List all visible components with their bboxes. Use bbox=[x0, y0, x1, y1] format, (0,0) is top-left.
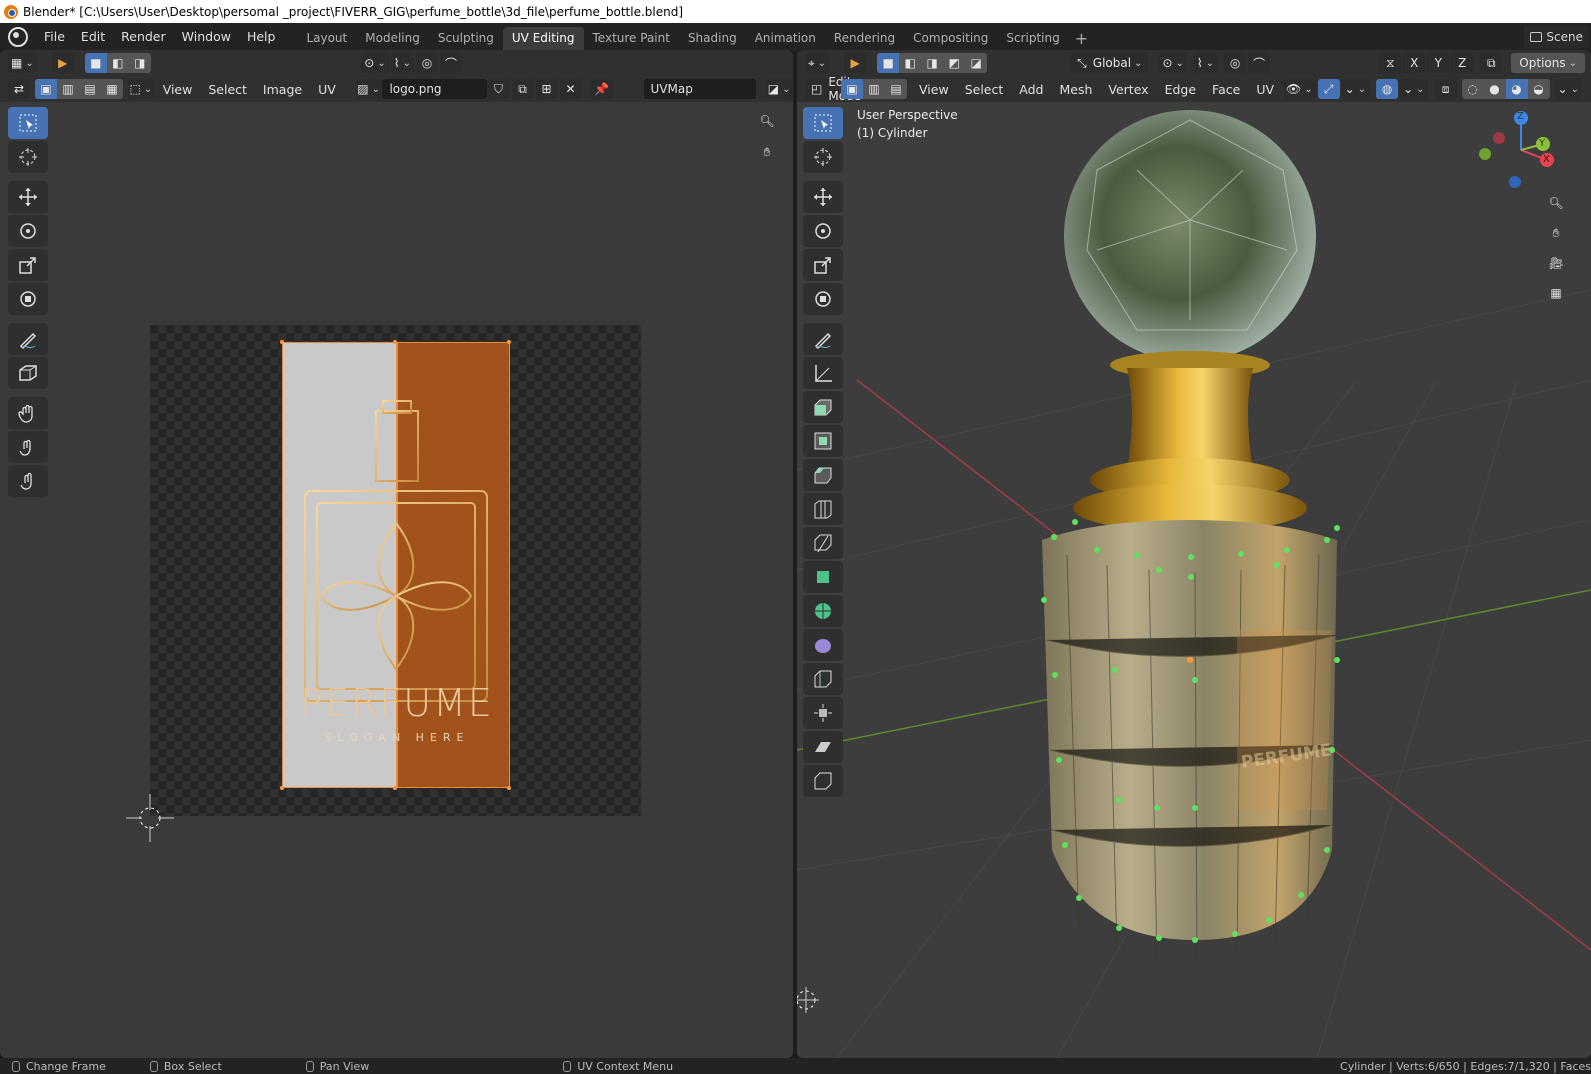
menu-help[interactable]: Help bbox=[239, 23, 284, 50]
transform-tool-icon[interactable] bbox=[8, 283, 48, 315]
uv-sync-icon[interactable]: ⇄ bbox=[8, 79, 30, 99]
uv-header-top: ▦ ▶ ■ ◧ ◨ ⊙ ⌇ ◎ ⌒ bbox=[0, 50, 793, 76]
uv-menu-select[interactable]: Select bbox=[200, 82, 255, 97]
status-pan-view: Pan View bbox=[294, 1060, 369, 1073]
sticky-select-icon[interactable]: ⬚ bbox=[128, 79, 154, 99]
uv-menu-view[interactable]: View bbox=[155, 82, 201, 97]
tab-modeling[interactable]: Modeling bbox=[356, 27, 429, 50]
tab-texture-paint[interactable]: Texture Paint bbox=[584, 27, 679, 50]
select-new-icon[interactable]: ■ bbox=[84, 53, 107, 73]
fake-user-icon[interactable]: ⛉ bbox=[487, 79, 510, 99]
mouse-left-icon bbox=[12, 1060, 20, 1072]
snap-icon[interactable]: ⌇ bbox=[390, 53, 414, 73]
blender-menu-icon[interactable] bbox=[8, 26, 28, 47]
select-extend-icon[interactable]: ◧ bbox=[106, 53, 129, 73]
move-tool-icon[interactable] bbox=[8, 181, 48, 213]
falloff-icon[interactable]: ⌒ bbox=[440, 53, 462, 73]
pin-icon[interactable]: 📌 bbox=[590, 79, 613, 99]
uv-menu-uv[interactable]: UV bbox=[310, 82, 344, 97]
image-browse-icon[interactable]: ▨ bbox=[355, 79, 382, 99]
uv-edge-mode-icon[interactable]: ▥ bbox=[57, 79, 79, 99]
uv-vertex[interactable] bbox=[393, 786, 397, 790]
new-image-icon[interactable]: ⧉ bbox=[511, 79, 534, 99]
grab-tool-icon[interactable] bbox=[8, 397, 48, 429]
select-box-tool-icon[interactable] bbox=[8, 107, 48, 139]
perfume-bottle-model[interactable]: PERFUME bbox=[797, 50, 1591, 1058]
editor-type-button[interactable]: ▦ bbox=[8, 53, 37, 73]
object-origin bbox=[1187, 657, 1193, 663]
menu-file[interactable]: File bbox=[36, 23, 73, 50]
scene-icon bbox=[1530, 31, 1543, 42]
uv-editor: ▦ ▶ ■ ◧ ◨ ⊙ ⌇ ◎ ⌒ ⇄ ▣ ▥ ▤ ▦ ⬚ View Selec… bbox=[0, 50, 793, 1058]
tab-animation[interactable]: Animation bbox=[746, 27, 825, 50]
2d-cursor-icon[interactable] bbox=[122, 790, 178, 846]
uv-header-bottom: ⇄ ▣ ▥ ▤ ▦ ⬚ View Select Image UV ▨ logo.… bbox=[0, 76, 793, 102]
uv-island[interactable]: PERFUME SLOGAN HERE bbox=[282, 342, 510, 788]
image-name-field[interactable]: logo.png bbox=[382, 79, 487, 99]
top-bar: File Edit Render Window Help Layout Mode… bbox=[0, 23, 1591, 50]
uv-select-mode-group: ▣ ▥ ▤ ▦ bbox=[35, 79, 123, 99]
cursor-tool-icon[interactable] bbox=[8, 141, 48, 173]
3d-viewport: ⌖ ▶ ■ ◧ ◨ ◩ ◪ ⤡ Global ⊙ ⌇ ◎ ⌒ ⧖ X Y Z ⧉… bbox=[797, 50, 1591, 1058]
scene-selector[interactable]: Scene bbox=[1524, 25, 1589, 48]
mouse-middle-icon bbox=[305, 1060, 314, 1072]
window-title: Blender* [C:\Users\User\Desktop\persomal… bbox=[23, 4, 684, 19]
tab-uv-editing[interactable]: UV Editing bbox=[502, 27, 584, 50]
menu-edit[interactable]: Edit bbox=[73, 23, 113, 50]
3d-cursor-icon[interactable] bbox=[797, 985, 821, 1015]
add-workspace-button[interactable]: + bbox=[1069, 27, 1094, 50]
status-change-frame: Change Frame bbox=[0, 1060, 106, 1073]
tab-scripting[interactable]: Scripting bbox=[997, 27, 1068, 50]
status-box-select: Box Select bbox=[138, 1060, 222, 1073]
menu-render[interactable]: Render bbox=[113, 23, 174, 50]
mouse-drag-icon bbox=[149, 1060, 158, 1072]
uv-vertex-mode-icon[interactable]: ▣ bbox=[35, 79, 57, 99]
display-channels-icon[interactable]: ◪ bbox=[766, 79, 792, 99]
workspace-tabs: Layout Modeling Sculpting UV Editing Tex… bbox=[297, 23, 1094, 50]
uv-face-mode-icon[interactable]: ▤ bbox=[79, 79, 101, 99]
window-titlebar: Blender* [C:\Users\User\Desktop\persomal… bbox=[0, 0, 1591, 23]
scene-statistics: Cylinder | Verts:6/650 | Edges:7/1,320 |… bbox=[1340, 1059, 1591, 1073]
status-bar: Change Frame Box Select Pan View UV Cont… bbox=[0, 1058, 1591, 1074]
status-uv-context-menu: UV Context Menu bbox=[551, 1060, 673, 1073]
tab-rendering[interactable]: Rendering bbox=[825, 27, 904, 50]
select-subtract-icon[interactable]: ◨ bbox=[128, 53, 151, 73]
uv-vertex[interactable] bbox=[393, 340, 397, 344]
mouse-right-icon bbox=[563, 1060, 572, 1072]
zoom-icon[interactable]: 🔍︎ bbox=[754, 108, 780, 134]
scale-tool-icon[interactable] bbox=[8, 249, 48, 281]
proportional-edit-icon[interactable]: ◎ bbox=[416, 53, 438, 73]
scene-label: Scene bbox=[1546, 29, 1583, 44]
tab-compositing[interactable]: Compositing bbox=[904, 27, 997, 50]
uv-vertex[interactable] bbox=[280, 340, 284, 344]
uv-island-mode-icon[interactable]: ▦ bbox=[101, 79, 123, 99]
logo-slogan-text: SLOGAN HERE bbox=[324, 731, 470, 744]
pinch-tool-icon[interactable] bbox=[8, 465, 48, 497]
uv-menu-image[interactable]: Image bbox=[255, 82, 310, 97]
tab-layout[interactable]: Layout bbox=[297, 27, 356, 50]
uv-vertex[interactable] bbox=[280, 786, 284, 790]
uv-vertex[interactable] bbox=[507, 786, 511, 790]
tab-sculpting[interactable]: Sculpting bbox=[429, 27, 503, 50]
rip-tool-icon[interactable] bbox=[8, 357, 48, 389]
select-mode-group: ■ ◧ ◨ bbox=[84, 53, 151, 73]
pivot-icon[interactable]: ⊙ bbox=[361, 53, 389, 73]
pan-hand-icon[interactable]: ✋︎ bbox=[754, 139, 780, 165]
uv-vertex[interactable] bbox=[507, 340, 511, 344]
uvmap-field[interactable]: UVMap bbox=[643, 79, 757, 99]
blender-app-icon bbox=[4, 4, 18, 19]
tool-select-icon[interactable]: ▶ bbox=[51, 53, 74, 73]
uv-toolbar bbox=[8, 107, 48, 499]
annotate-tool-icon[interactable] bbox=[8, 323, 48, 355]
open-image-icon[interactable]: ⊞ bbox=[535, 79, 558, 99]
logo-perfume-text: PERFUME bbox=[300, 681, 494, 725]
rotate-tool-icon[interactable] bbox=[8, 215, 48, 247]
tab-shading[interactable]: Shading bbox=[679, 27, 746, 50]
relax-tool-icon[interactable] bbox=[8, 431, 48, 463]
menu-window[interactable]: Window bbox=[174, 23, 239, 50]
unlink-image-icon[interactable]: ✕ bbox=[559, 79, 582, 99]
